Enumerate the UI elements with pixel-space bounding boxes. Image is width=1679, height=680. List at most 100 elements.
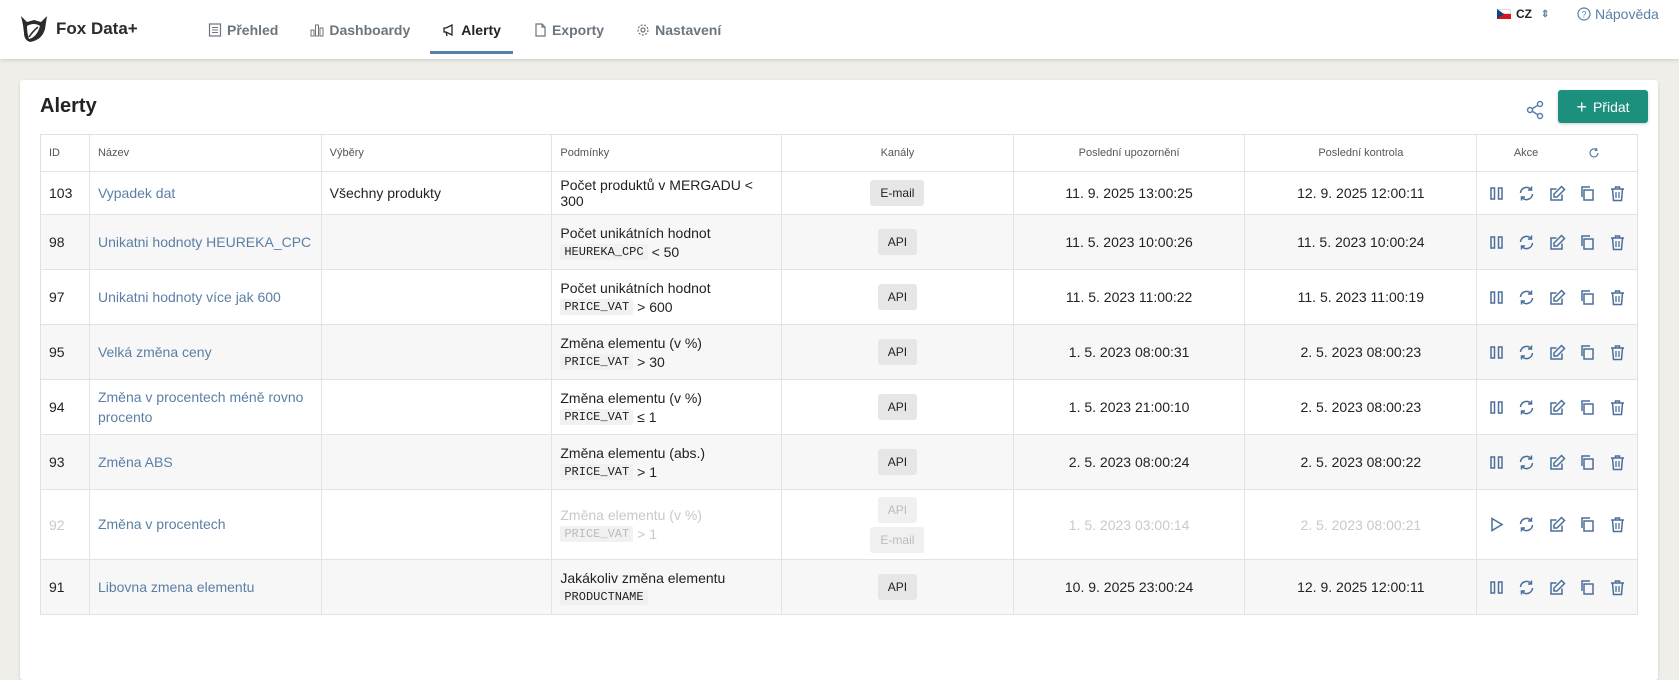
alert-last-check: 2. 5. 2023 08:00:22 [1245,435,1478,489]
alert-last-check: 2. 5. 2023 08:00:23 [1245,380,1478,434]
add-alert-button[interactable]: + Přidat [1558,90,1648,123]
edit-icon[interactable] [1546,451,1568,473]
alert-id: 94 [41,380,90,434]
condition-operator: ≤ 1 [637,408,657,425]
pause-icon[interactable] [1485,182,1507,204]
table-row: 92 Změna v procentech Změna elementu (v %)… [41,490,1637,560]
edit-icon[interactable] [1546,514,1568,536]
channel-badge: API [877,574,918,600]
copy-icon[interactable] [1576,576,1598,598]
alert-name-cell: Změna ABS [90,435,322,489]
condition-text: Změna elementu (v %) [560,389,702,406]
alert-name-link[interactable]: Unikatni hodnoty HEUREKA_CPC [98,232,311,252]
copy-icon[interactable] [1576,182,1598,204]
pause-icon[interactable] [1485,231,1507,253]
copy-icon[interactable] [1576,396,1598,418]
edit-icon[interactable] [1546,396,1568,418]
alert-name-link[interactable]: Změna ABS [98,452,173,472]
alert-name-cell: Změna v procentech [90,490,322,559]
alert-name-link[interactable]: Libovna zmena elementu [98,577,254,597]
alert-name-link[interactable]: Změna v procentech [98,514,226,534]
nav-label: Alerty [461,21,501,38]
header-last-alert[interactable]: Poslední upozornění [1014,135,1246,171]
copy-icon[interactable] [1576,231,1598,253]
trash-icon[interactable] [1607,341,1629,363]
copy-icon[interactable] [1576,286,1598,308]
sync-icon[interactable] [1516,182,1538,204]
trash-icon[interactable] [1607,514,1629,536]
copy-icon[interactable] [1576,341,1598,363]
alert-id: 103 [41,172,90,214]
pause-icon[interactable] [1485,286,1507,308]
alert-name-cell: Libovna zmena elementu [90,560,322,614]
refresh-icon[interactable] [1588,147,1600,159]
alert-channels: API [782,435,1014,489]
alert-id: 97 [41,270,90,324]
header-selections[interactable]: Výběry [322,135,553,171]
share-button[interactable] [1520,95,1550,125]
sync-icon[interactable] [1516,514,1538,536]
trash-icon[interactable] [1607,451,1629,473]
trash-icon[interactable] [1607,231,1629,253]
chevron-updown-icon: ⇕ [1541,8,1550,20]
sync-icon[interactable] [1516,341,1538,363]
trash-icon[interactable] [1607,182,1629,204]
bar-chart-icon [310,24,324,36]
alert-name-link[interactable]: Velká změna ceny [98,342,212,362]
nav-item-alerty[interactable]: Alerty [430,0,513,59]
alert-actions [1477,380,1637,434]
edit-icon[interactable] [1546,231,1568,253]
nav-item-exporty[interactable]: Exporty [521,0,616,59]
pause-icon[interactable] [1485,576,1507,598]
language-selector[interactable]: CZ ⇕ [1497,7,1549,21]
megaphone-icon [443,23,453,36]
sync-icon[interactable] [1516,576,1538,598]
copy-icon[interactable] [1576,451,1598,473]
top-navbar: Fox Data+ Přehled Dashboardy Alerty Expo… [0,0,1679,59]
trash-icon[interactable] [1607,576,1629,598]
edit-icon[interactable] [1546,182,1568,204]
copy-icon[interactable] [1576,514,1598,536]
app-logo[interactable]: Fox Data+ [18,13,138,45]
alert-last-check: 11. 5. 2023 11:00:19 [1245,270,1478,324]
sync-icon[interactable] [1516,231,1538,253]
alert-channels: API [782,380,1014,434]
pause-icon[interactable] [1485,396,1507,418]
alert-name-cell: Unikatni hodnoty více jak 600 [90,270,322,324]
trash-icon[interactable] [1607,286,1629,308]
play-icon[interactable] [1485,514,1507,536]
alert-conditions: Změna elementu (v %) PRICE_VAT > 30 [552,325,783,379]
condition-element-code: HEUREKA_CPC [560,243,648,260]
pause-icon[interactable] [1485,341,1507,363]
alert-selection [322,380,553,434]
header-conditions: Podmínky [552,135,783,171]
alert-name-link[interactable]: Unikatni hodnoty více jak 600 [98,287,281,307]
edit-icon[interactable] [1546,341,1568,363]
trash-icon[interactable] [1607,396,1629,418]
condition-text: Změna elementu (v %) [560,507,702,523]
header-name[interactable]: Název [90,135,322,171]
pause-icon[interactable] [1485,451,1507,473]
edit-icon[interactable] [1546,286,1568,308]
alert-conditions: Počet produktů v MERGADU < 300 [552,172,783,214]
condition-text: Jakákoliv změna elementu [560,569,726,586]
header-last-check[interactable]: Poslední kontrola [1245,135,1478,171]
edit-icon[interactable] [1546,576,1568,598]
alert-actions [1477,490,1637,559]
table-row: 98 Unikatni hodnoty HEUREKA_CPC Počet unik… [41,215,1637,270]
header-id[interactable]: ID [41,135,90,171]
alert-name-link[interactable]: Změna v procentech méně rovno procento [98,387,313,428]
nav-label: Dashboardy [329,21,411,38]
nav-item-dashboardy[interactable]: Dashboardy [298,0,422,59]
condition-element-code: PRICE_VAT [560,408,634,425]
sync-icon[interactable] [1516,286,1538,308]
sync-icon[interactable] [1516,396,1538,418]
gear-icon [637,23,649,36]
nav-item-nastaveni[interactable]: Nastavení [624,0,733,59]
sync-icon[interactable] [1516,451,1538,473]
nav-item-prehled[interactable]: Přehled [196,0,290,59]
alert-name-link[interactable]: Vypadek dat [98,183,175,203]
alert-conditions: Změna elementu (abs.) PRICE_VAT > 1 [552,435,783,489]
help-link[interactable]: ? Nápověda [1577,6,1659,22]
plus-icon: + [1576,96,1587,117]
